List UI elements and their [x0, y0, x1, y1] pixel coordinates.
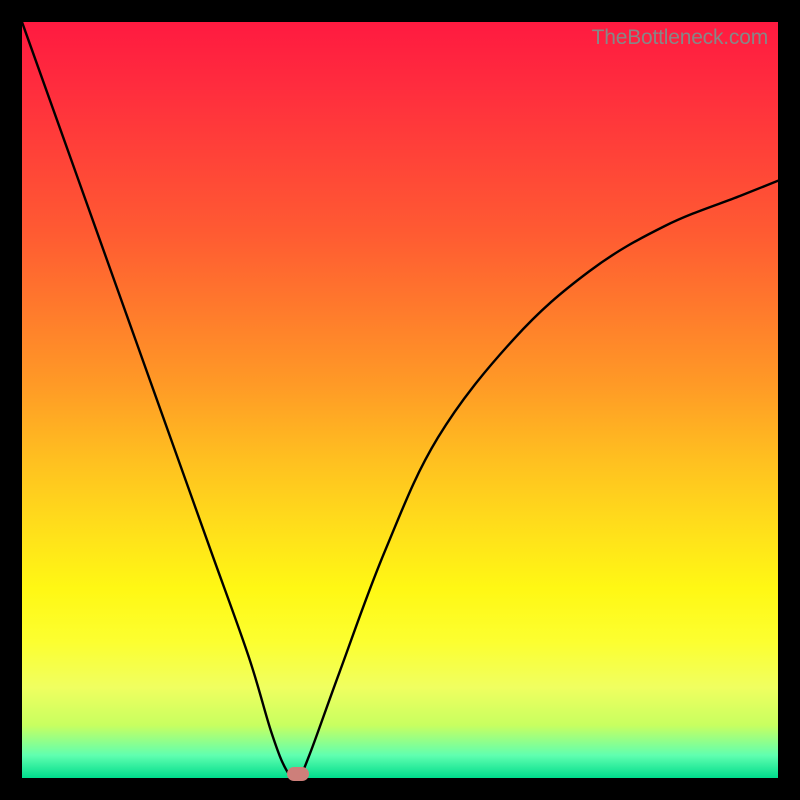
optimal-point-marker: [287, 767, 309, 781]
bottleneck-curve: [22, 22, 778, 778]
plot-area: TheBottleneck.com: [22, 22, 778, 778]
chart-container: TheBottleneck.com: [0, 0, 800, 800]
watermark-text: TheBottleneck.com: [592, 26, 768, 50]
